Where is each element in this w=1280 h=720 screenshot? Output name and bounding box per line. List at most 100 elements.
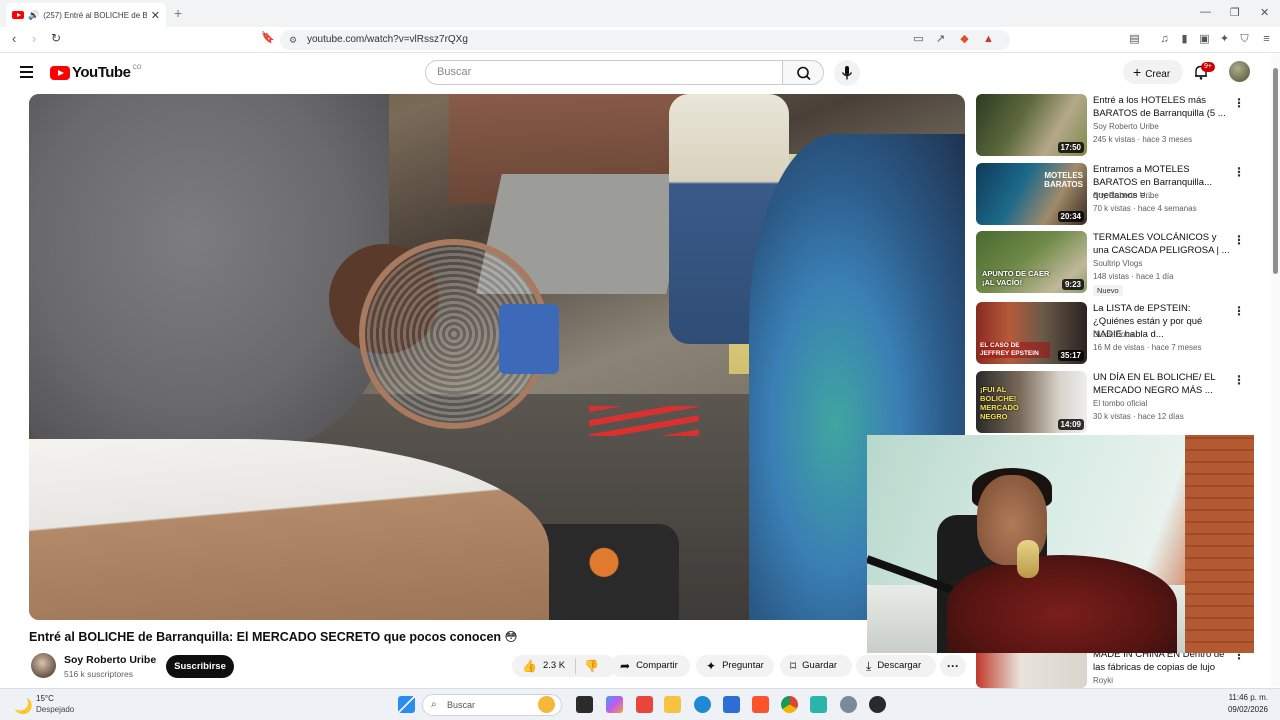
- edge-icon[interactable]: [694, 696, 711, 713]
- recommendation-item[interactable]: MADE IN CHINA EN Dentro de las fábricas …: [976, 648, 1256, 688]
- like-icon[interactable]: 👍: [522, 655, 537, 677]
- recommendation-title[interactable]: Entré a los HOTELES más BARATOS de Barra…: [1093, 94, 1231, 120]
- bookmark-icon[interactable]: 🔖: [261, 31, 275, 44]
- ask-button[interactable]: ✦ Preguntar: [696, 655, 774, 677]
- minimize-icon[interactable]: —: [1200, 6, 1211, 18]
- close-tab-icon[interactable]: ✕: [151, 9, 160, 22]
- app-red-icon[interactable]: [636, 696, 653, 713]
- video-thumbnail[interactable]: ¡FUI AL BOLICHE! MERCADO NEGRO 14:09: [976, 371, 1087, 433]
- recommendation-channel[interactable]: El tombo oficial: [1093, 399, 1147, 408]
- windows-start-icon[interactable]: [398, 696, 415, 713]
- download-button[interactable]: ⤓ Descargar: [856, 655, 936, 677]
- recommendation-item[interactable]: 17:50 Entré a los HOTELES más BARATOS de…: [976, 94, 1256, 156]
- more-vertical-icon[interactable]: ⋮: [1233, 96, 1245, 110]
- restore-icon[interactable]: ❐: [1230, 6, 1240, 19]
- youtube-favicon-icon: [12, 11, 24, 19]
- recommendation-channel[interactable]: Soy Roberto Uribe: [1093, 122, 1159, 131]
- dislike-icon[interactable]: 👎: [584, 655, 599, 677]
- more-vertical-icon[interactable]: ⋮: [1233, 304, 1245, 318]
- cast-icon[interactable]: ▭: [912, 33, 925, 46]
- menu-icon[interactable]: ≡: [1260, 33, 1273, 46]
- reload-icon[interactable]: ↻: [51, 31, 61, 45]
- weather-temperature[interactable]: 15°C: [36, 694, 54, 703]
- speaker-icon[interactable]: 🔊: [28, 10, 39, 21]
- subscribe-button[interactable]: Suscribirse: [166, 655, 234, 678]
- like-count[interactable]: 2.3 K: [543, 655, 565, 677]
- recommendation-item[interactable]: EL CASO DE JEFFREY EPSTEIN 35:17 La LIST…: [976, 302, 1256, 364]
- wallet-icon[interactable]: ▣: [1198, 33, 1211, 46]
- duration-badge: 35:17: [1057, 350, 1084, 361]
- video-thumbnail[interactable]: APUNTO DE CAER ¡AL VACÍO! 9:23: [976, 231, 1087, 293]
- tab-title: (257) Entré al BOLICHE de Ba: [43, 10, 147, 20]
- share-button[interactable]: ➦ Compartir: [610, 655, 690, 677]
- recommendation-channel[interactable]: Soultrip Vlogs: [1093, 259, 1142, 268]
- taskbar-clock[interactable]: 11:46 p. m.: [1212, 693, 1268, 702]
- search-highlight-icon[interactable]: [538, 696, 555, 713]
- recommendation-item[interactable]: ¡FUI AL BOLICHE! MERCADO NEGRO 14:09 UN …: [976, 371, 1256, 433]
- more-actions-button[interactable]: ···: [940, 655, 966, 677]
- search-button[interactable]: [782, 60, 824, 85]
- store-icon[interactable]: [723, 696, 740, 713]
- channel-avatar[interactable]: [31, 653, 56, 678]
- video-player[interactable]: [29, 94, 965, 620]
- save-button[interactable]: ⌑ Guardar: [780, 655, 852, 677]
- taskbar-date[interactable]: 09/02/2026: [1212, 705, 1268, 714]
- share-icon[interactable]: ↗: [934, 33, 947, 46]
- country-code: CO: [132, 64, 142, 71]
- recommendation-channel[interactable]: Royki: [1093, 676, 1113, 685]
- recommendation-title[interactable]: UN DÍA EN EL BOLICHE/ EL MERCADO NEGRO M…: [1093, 371, 1231, 397]
- close-window-icon[interactable]: ✕: [1260, 6, 1269, 19]
- video-thumbnail[interactable]: MOTELES BARATOS 20:34: [976, 163, 1087, 225]
- brave-browser-icon[interactable]: [752, 696, 769, 713]
- recommendation-channel[interactable]: Dieck Docs: [1093, 330, 1133, 339]
- more-vertical-icon[interactable]: ⋮: [1233, 233, 1245, 247]
- leo-icon[interactable]: ✦: [1218, 33, 1231, 46]
- thumbnail-caption: ¡FUI AL BOLICHE! MERCADO NEGRO: [980, 385, 1019, 421]
- youtube-logo-text: YouTube: [72, 64, 131, 81]
- browser-tab[interactable]: 🔊 (257) Entré al BOLICHE de Ba ✕: [6, 3, 166, 27]
- duration-badge: 9:23: [1061, 279, 1084, 290]
- page-scrollbar[interactable]: [1271, 54, 1280, 686]
- voice-search-button[interactable]: [834, 60, 860, 86]
- vpn-icon[interactable]: ⛉: [1238, 33, 1251, 46]
- rewards-icon[interactable]: ▲: [982, 33, 995, 46]
- forward-icon[interactable]: ›: [32, 31, 36, 46]
- scrollbar-thumb[interactable]: [1273, 68, 1278, 274]
- video-thumbnail[interactable]: 17:50: [976, 94, 1087, 156]
- media-icon[interactable]: ♫: [1158, 33, 1171, 46]
- sidebar-icon[interactable]: ▮: [1178, 33, 1191, 46]
- app-teal-icon[interactable]: [810, 696, 827, 713]
- weather-condition[interactable]: Despejado: [36, 705, 74, 714]
- video-thumbnail[interactable]: EL CASO DE JEFFREY EPSTEIN 35:17: [976, 302, 1087, 364]
- hamburger-menu-icon[interactable]: [20, 66, 33, 81]
- copilot-icon[interactable]: [606, 696, 623, 713]
- download-label: Descargar: [877, 660, 922, 671]
- moon-weather-icon[interactable]: 🌙: [14, 697, 33, 715]
- youtube-logo[interactable]: YouTube CO: [50, 64, 141, 81]
- back-icon[interactable]: ‹: [12, 31, 16, 46]
- channel-name[interactable]: Soy Roberto Uribe: [64, 654, 156, 666]
- account-avatar[interactable]: [1229, 61, 1250, 82]
- more-vertical-icon[interactable]: ⋮: [1233, 165, 1245, 179]
- settings-gear-icon[interactable]: [840, 696, 857, 713]
- chrome-icon[interactable]: [781, 696, 798, 713]
- more-vertical-icon[interactable]: ⋮: [1233, 373, 1245, 387]
- save-label: Guardar: [802, 660, 838, 671]
- address-bar[interactable]: ⚙ youtube.com/watch?v=vlRssz7rQXg: [280, 30, 1010, 50]
- reader-icon[interactable]: ▤: [1128, 33, 1141, 46]
- video-thumbnail[interactable]: [976, 648, 1087, 688]
- recommendation-item[interactable]: APUNTO DE CAER ¡AL VACÍO! 9:23 TERMALES …: [976, 231, 1256, 296]
- recommendation-title[interactable]: TERMALES VOLCÁNICOS y una CASCADA PELIGR…: [1093, 231, 1231, 257]
- recommendation-item[interactable]: MOTELES BARATOS 20:34 Entramos a MOTELES…: [976, 163, 1256, 225]
- search-input[interactable]: Buscar: [425, 60, 783, 85]
- create-button[interactable]: + Crear: [1123, 60, 1183, 84]
- site-info-icon[interactable]: ⚙: [289, 30, 297, 50]
- plus-icon: +: [1133, 64, 1142, 80]
- new-tab-icon[interactable]: +: [174, 5, 182, 21]
- obs-icon[interactable]: [869, 696, 886, 713]
- task-view-icon[interactable]: [576, 696, 593, 713]
- recommendation-channel[interactable]: Soy Roberto Uribe: [1093, 191, 1159, 200]
- brave-shield-icon[interactable]: ◆: [958, 33, 971, 46]
- browser-nav-bar: ‹ › ↻ 🔖 ⚙ youtube.com/watch?v=vlRssz7rQX…: [0, 27, 1280, 53]
- file-explorer-icon[interactable]: [664, 696, 681, 713]
